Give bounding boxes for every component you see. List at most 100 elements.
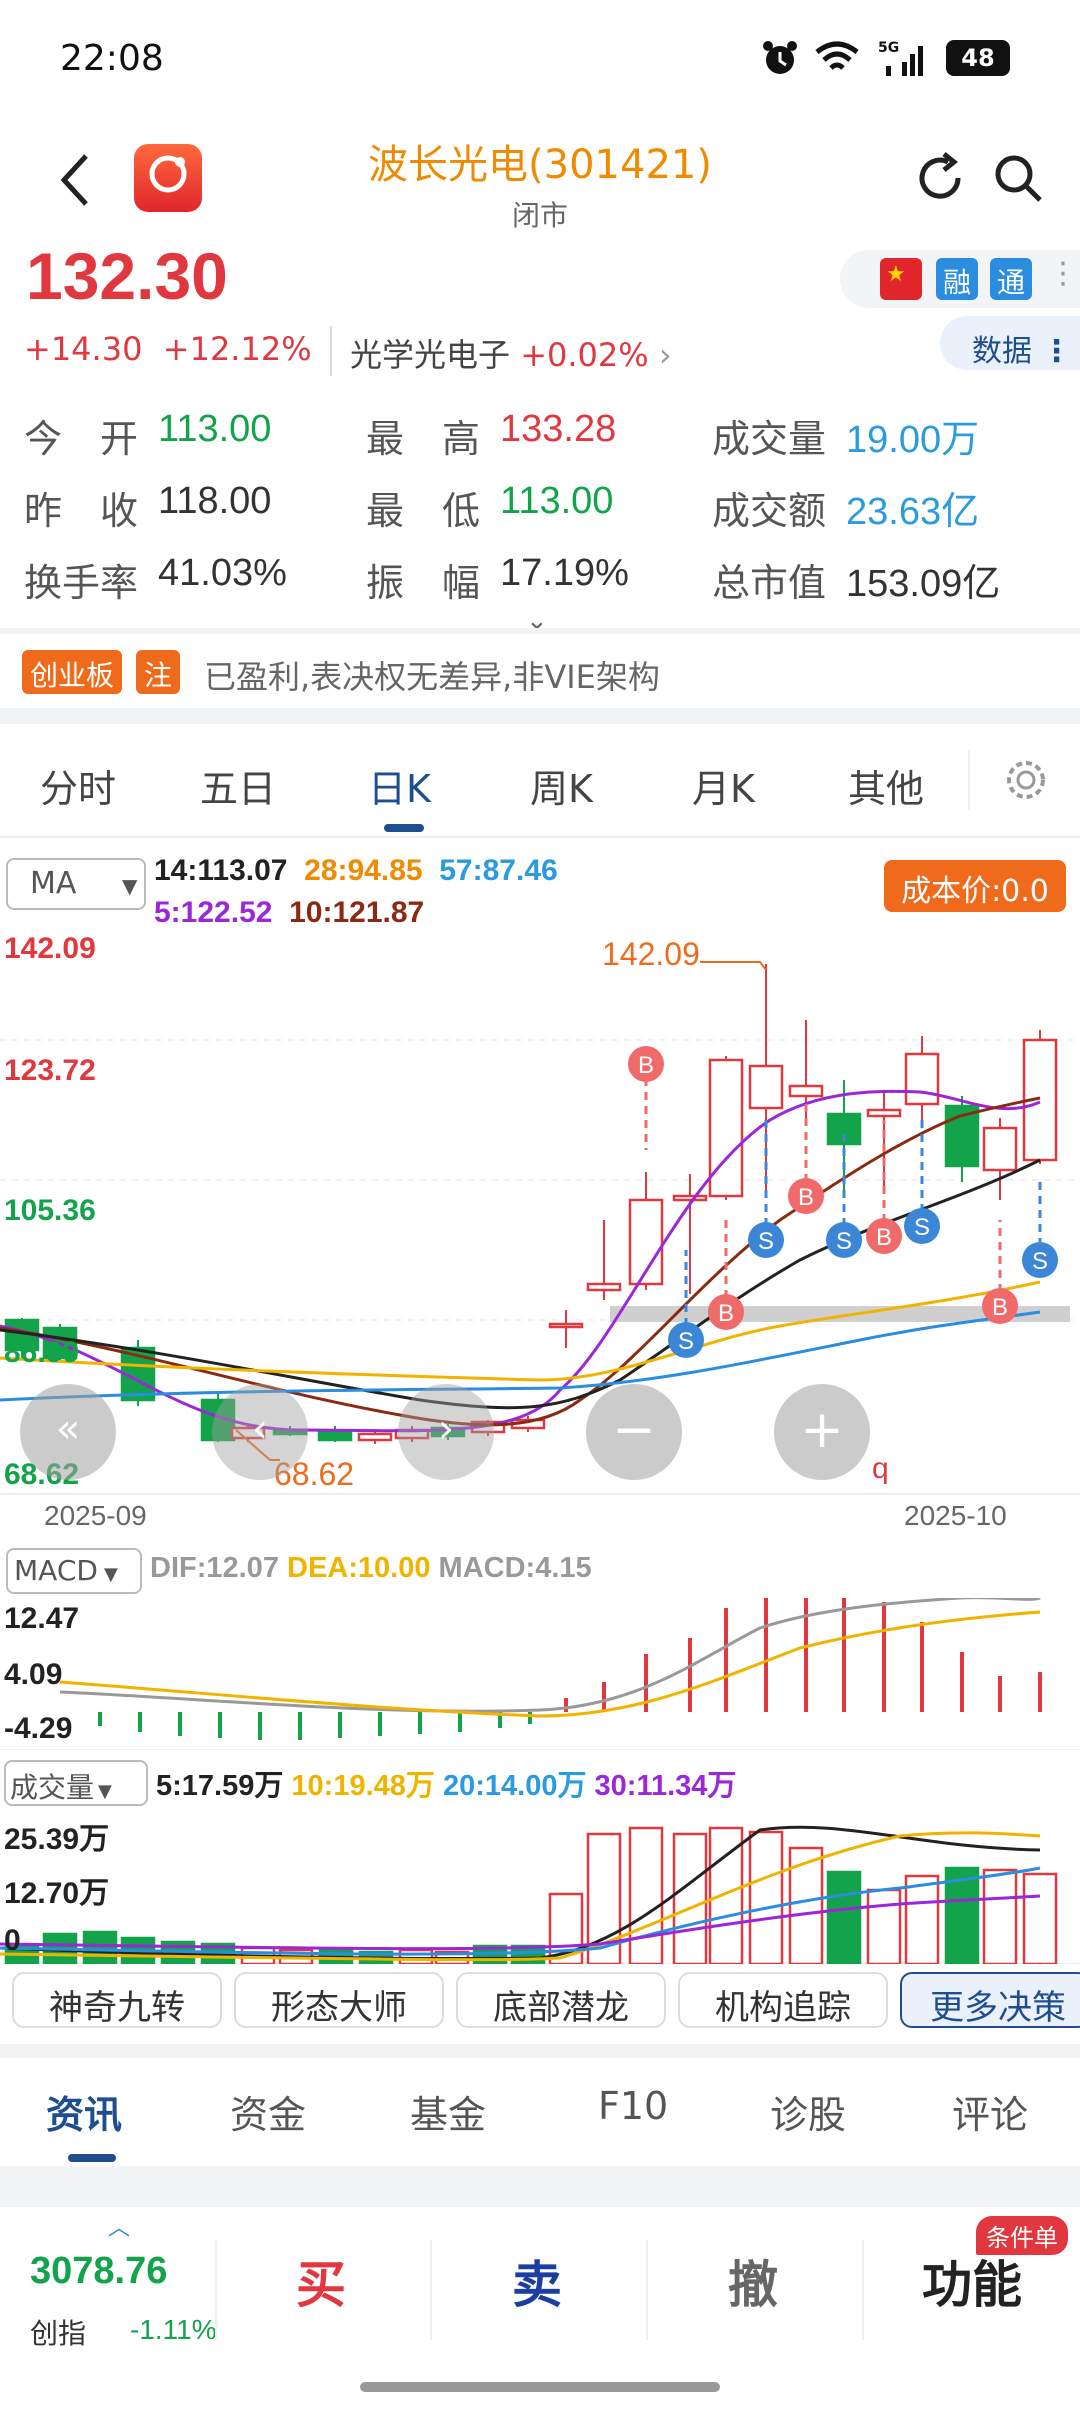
x-label-start: 2025-09 (44, 1500, 147, 1531)
info-tab[interactable]: 资讯 (46, 2084, 122, 2139)
stat-label: 昨 收 (24, 489, 139, 533)
chart-tab[interactable]: 分时 (40, 758, 116, 813)
tool-pattern-master[interactable]: 形态大师 (234, 1972, 444, 2028)
index-value[interactable]: 3078.76 (30, 2250, 167, 2293)
step-left-button[interactable]: ‹ (212, 1384, 308, 1480)
candle-body (982, 1126, 1018, 1172)
step-right-button[interactable]: › (398, 1384, 494, 1480)
kline-chart[interactable]: BBBB BS SSSS (0, 920, 1080, 1540)
ma-values-row1: 14:113.07 28:94.85 57:87.46 (154, 854, 558, 887)
vol-y-top: 25.39万 (4, 1823, 110, 1856)
caret-up-icon: ︿ (108, 2216, 131, 2241)
stat-value: 19.00万 (846, 419, 980, 461)
macd-chart (0, 1598, 1080, 1750)
info-tab[interactable]: 评论 (952, 2084, 1028, 2139)
ma-line (0, 1280, 1041, 1382)
ma-selector[interactable]: MA ▼ (6, 858, 146, 910)
stat-label: 最 高 (366, 417, 481, 461)
index-change: -1.11% (130, 2314, 217, 2345)
connect-badge[interactable]: 通 (990, 258, 1032, 300)
stat-label: 最 低 (366, 489, 481, 533)
info-tab[interactable]: F10 (598, 2084, 668, 2128)
stat-value: 118.00 (158, 480, 272, 522)
margin-badge[interactable]: 融 (936, 258, 978, 300)
chart-tabs: 分时 五日 日K 周K 月K 其他 (0, 724, 1080, 838)
y-label-4: 86.99 (4, 1336, 80, 1369)
zoom-in-button[interactable]: + (774, 1384, 870, 1480)
volume-bar (866, 1888, 902, 1964)
stat-value: 133.28 (500, 408, 617, 450)
macd-y-bottom: -4.29 (4, 1712, 73, 1745)
current-price: 132.30 (26, 239, 228, 313)
signal-5g-icon: 5G (878, 40, 923, 76)
trade-marker-label: B (638, 1052, 654, 1079)
info-tab[interactable]: 诊股 (770, 2084, 846, 2139)
sell-button[interactable]: 卖 (512, 2245, 562, 2317)
chart-tab[interactable]: 五日 (200, 758, 276, 813)
stat-label: 成交量 (712, 417, 827, 461)
volume-bar (748, 1830, 784, 1964)
marker-q: q (872, 1452, 889, 1485)
more-dots-icon[interactable]: ⋮ (1048, 256, 1078, 291)
ma-line (0, 1310, 1041, 1402)
buy-button[interactable]: 买 (296, 2245, 346, 2317)
company-tags: 已盈利,表决权无差异,非VIE架构 (204, 658, 660, 696)
macd-y-mid: 4.09 (4, 1658, 63, 1691)
trade-marker-label: S (914, 1214, 930, 1241)
stat-label: 换手率 (24, 561, 139, 605)
volume-bar (672, 1832, 708, 1964)
condition-order-badge[interactable]: 条件单 (976, 2216, 1068, 2255)
volume-bar (904, 1874, 940, 1964)
volume-ma-values: 5:17.59万 10:19.48万 20:14.00万 30:11.34万 (156, 1770, 737, 1802)
info-tab[interactable]: 资金 (230, 2084, 306, 2139)
note-tag: 注 (136, 650, 181, 694)
vol-y-zero: 0 (4, 1924, 21, 1957)
trade-marker-label: B (992, 1294, 1008, 1321)
function-button[interactable]: 功能 (922, 2245, 1022, 2317)
chart-tab[interactable]: 月K (692, 758, 755, 813)
sector-link[interactable]: 光学光电子 +0.02% › (350, 330, 672, 376)
stat-value: 17.19% (500, 552, 629, 594)
high-annotation: 142.09 (602, 936, 700, 972)
candle-body (586, 1282, 622, 1292)
chart-tab[interactable]: 日K (368, 758, 431, 813)
macd-selector[interactable]: MACD ▼ (6, 1548, 142, 1594)
chart-tab[interactable]: 其他 (848, 758, 924, 813)
y-label-top: 142.09 (4, 932, 96, 965)
tool-institution-tracking[interactable]: 机构追踪 (678, 1972, 888, 2028)
stat-value: 23.63亿 (846, 491, 980, 533)
cost-price-button[interactable]: 成本价:0.0 (884, 860, 1066, 912)
high-pointer (700, 961, 767, 971)
tool-bottom-dragon[interactable]: 底部潜龙 (456, 1972, 666, 2028)
stat-value: 153.09亿 (846, 563, 1001, 605)
index-name: 创指 (30, 2317, 87, 2350)
stat-label: 总市值 (712, 561, 827, 605)
tool-more-decisions[interactable]: 更多决策 (900, 1972, 1080, 2028)
ma-line (0, 1158, 1041, 1410)
chart-tab[interactable]: 周K (530, 758, 593, 813)
trade-marker-label: B (876, 1224, 892, 1251)
cancel-button[interactable]: 撤 (728, 2245, 778, 2317)
stats-grid: 今 开 113.00 最 高 133.28 成交量 19.00万昨 收 118.00 最 低 1… (24, 408, 1064, 628)
volume-selector[interactable]: 成交量 ▼ (4, 1760, 148, 1806)
stat-value: 113.00 (500, 480, 614, 522)
info-tab[interactable]: 基金 (410, 2084, 486, 2139)
volume-bar (1022, 1872, 1058, 1964)
divider (330, 326, 332, 376)
data-button[interactable]: 数据 ⋮ (940, 316, 1080, 370)
zoom-out-button[interactable]: − (586, 1384, 682, 1480)
stat-value: 113.00 (158, 408, 272, 450)
search-icon[interactable] (990, 150, 1046, 206)
refresh-icon[interactable] (912, 150, 968, 206)
scroll-left-button[interactable]: « (20, 1384, 116, 1480)
candle-body (788, 1084, 824, 1098)
volume-bar (982, 1868, 1018, 1964)
price-change: +14.30 +12.12% (24, 330, 312, 368)
board-tag: 创业板 (22, 650, 123, 694)
badge-pill: ★ 融 通 ⋮ (840, 250, 1080, 308)
candle-body (708, 1058, 744, 1198)
volume-bar (82, 1930, 118, 1964)
gear-icon[interactable] (1002, 756, 1050, 804)
tool-magic-nine[interactable]: 神奇九转 (12, 1972, 222, 2028)
volume-chart (0, 1825, 1080, 1964)
